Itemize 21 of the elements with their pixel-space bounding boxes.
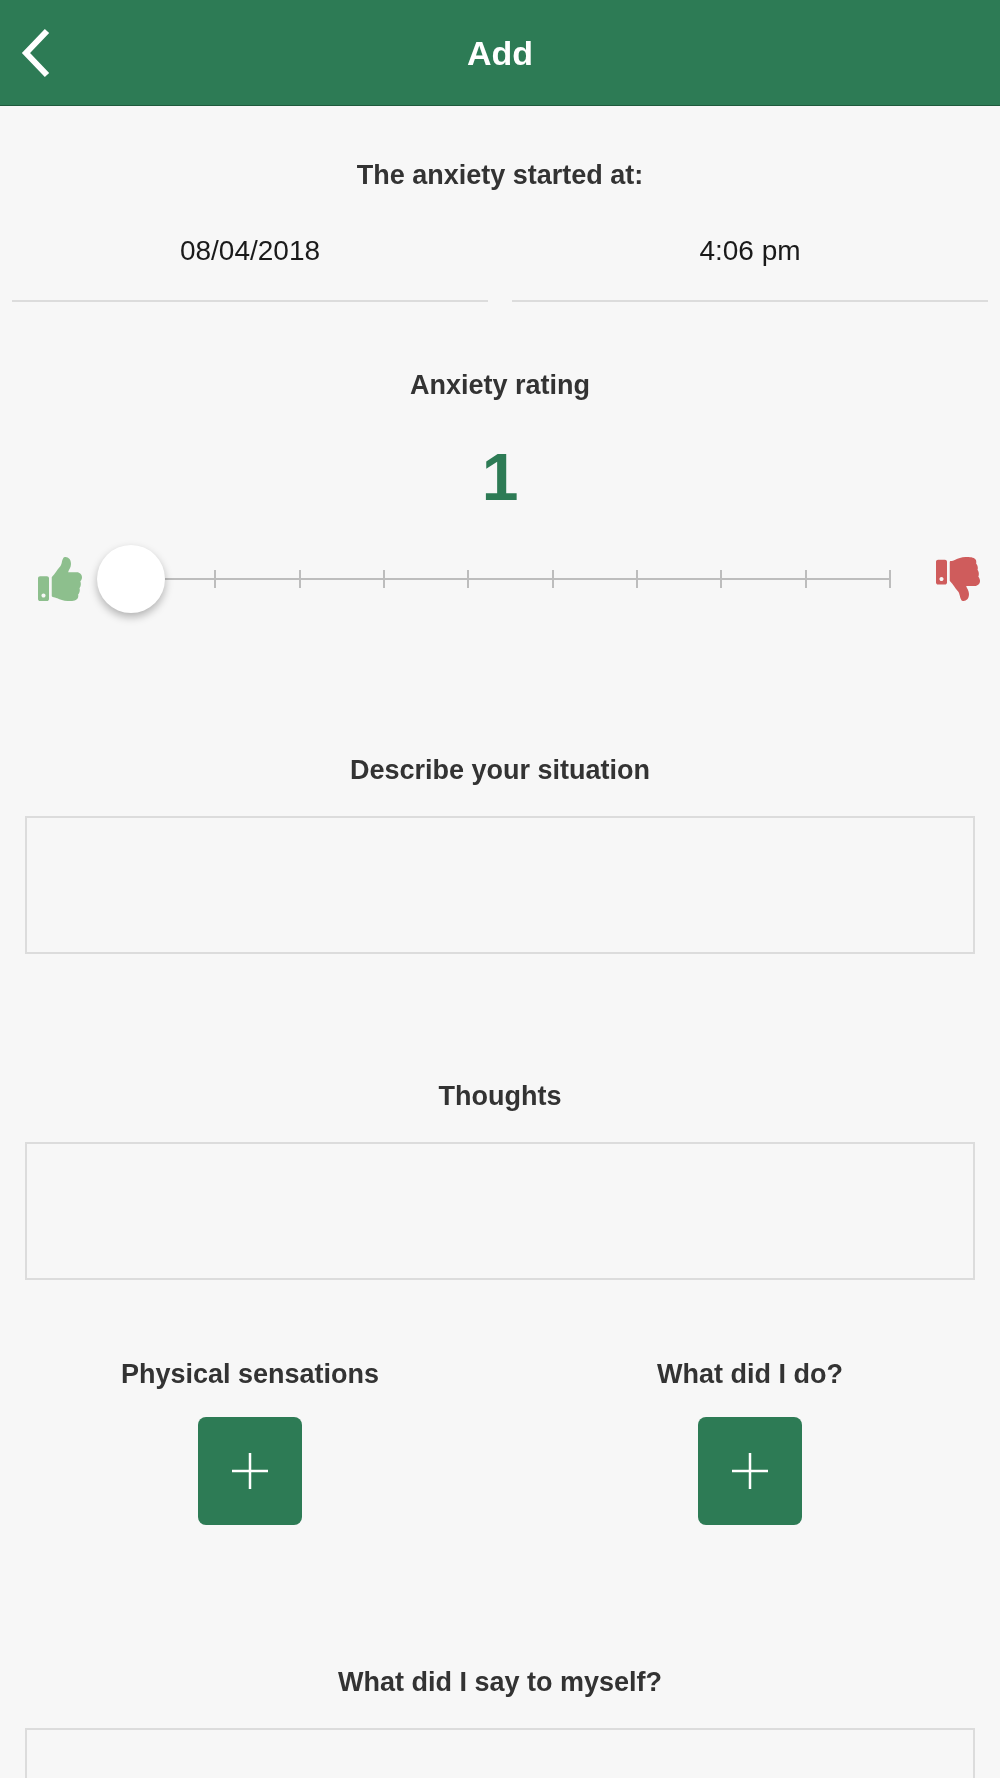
add-button[interactable]: [198, 1417, 302, 1525]
header-title: Add: [466, 32, 534, 73]
field-label: What did I say to myself?: [337, 1666, 663, 1698]
add-button[interactable]: [698, 1417, 802, 1525]
thumbs-down-icon: [936, 557, 980, 601]
chevron-left-icon: [21, 28, 51, 78]
field-label: Physical sensations: [120, 1358, 380, 1390]
plus-icon: [232, 1453, 268, 1489]
field-label: Thoughts: [438, 1080, 562, 1112]
section-title: The anxiety started at:: [356, 159, 644, 191]
plus-icon: [732, 1453, 768, 1489]
date-field[interactable]: 08/04/2018: [12, 207, 488, 302]
text-area-field[interactable]: [25, 1142, 975, 1280]
time-field[interactable]: 4:06 pm: [512, 207, 988, 302]
field-label: Describe your situation: [349, 754, 651, 786]
rating-value: 1: [481, 441, 519, 513]
text-area-field[interactable]: [25, 816, 975, 954]
section-title: Anxiety rating: [409, 369, 590, 401]
slider-thumb[interactable]: [97, 545, 165, 613]
thumbs-up-icon: [38, 557, 82, 601]
field-label: What did I do?: [657, 1358, 843, 1390]
